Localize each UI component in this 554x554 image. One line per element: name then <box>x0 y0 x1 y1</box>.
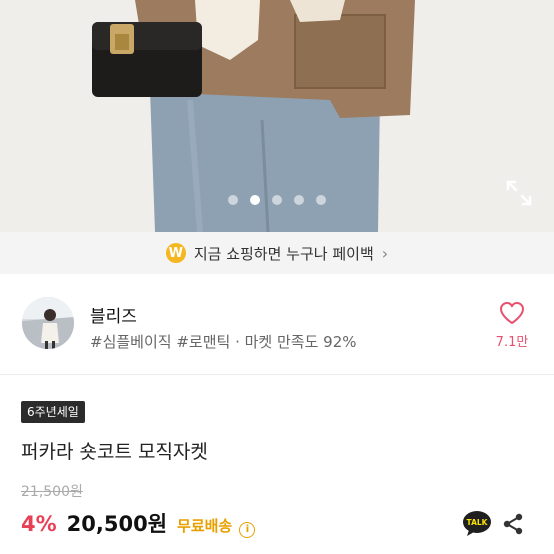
info-icon[interactable]: i <box>239 521 256 538</box>
product-title: 퍼카라 숏코트 모직자켓 <box>21 441 208 463</box>
product-image[interactable] <box>0 0 554 232</box>
carousel-dot[interactable] <box>228 195 238 205</box>
original-price: 21,500원 <box>21 484 83 500</box>
chevron-right-icon: › <box>381 243 389 263</box>
payback-coin-icon: W <box>165 243 186 263</box>
heart-icon[interactable] <box>499 301 525 325</box>
shop-avatar[interactable] <box>22 297 74 349</box>
carousel-dot[interactable] <box>272 195 282 205</box>
share-icon[interactable] <box>502 513 524 535</box>
carousel-indicator <box>0 195 554 205</box>
free-shipping-text: 무료배송 <box>177 517 233 535</box>
carousel-dot[interactable] <box>250 195 260 205</box>
payback-text: 지금 쇼핑하면 누구나 페이백 <box>193 244 374 263</box>
carousel-dot[interactable] <box>294 195 304 205</box>
free-shipping-label: 무료배송 i <box>177 515 256 538</box>
carousel-dot[interactable] <box>316 195 326 205</box>
shop-info[interactable]: 블리즈 #심플베이직 #로맨틱 · 마켓 만족도 92% 7.1만 <box>0 274 554 374</box>
talk-label: TALK <box>467 518 489 527</box>
expand-icon[interactable] <box>504 178 534 208</box>
shop-name[interactable]: 블리즈 <box>90 302 137 327</box>
payback-banner[interactable]: W 지금 쇼핑하면 누구나 페이백 › <box>0 232 554 274</box>
sale-badge: 6주년세일 <box>21 401 85 423</box>
shop-tags: #심플베이직 #로맨틱 · 마켓 만족도 92% <box>90 333 357 351</box>
sale-price: 20,500원 <box>66 512 168 536</box>
kakao-talk-icon[interactable]: TALK <box>462 510 492 536</box>
price-row: 4% 20,500원 무료배송 i <box>21 508 256 538</box>
section-divider <box>0 374 554 375</box>
like-count: 7.1만 <box>495 335 529 350</box>
discount-rate: 4% <box>21 512 57 536</box>
